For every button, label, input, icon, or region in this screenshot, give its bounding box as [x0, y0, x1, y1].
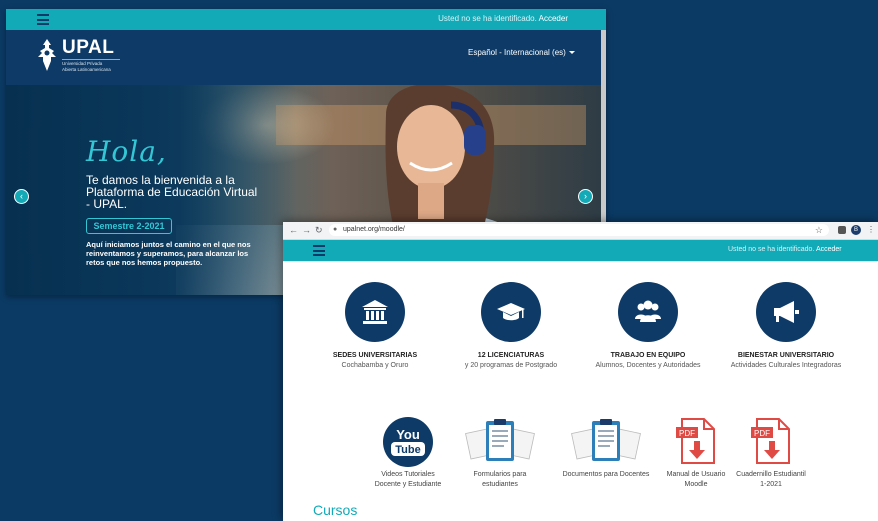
clipboard-icon — [465, 419, 535, 461]
hero-description: Aquí iniciamos juntos el camino en el qu… — [86, 240, 251, 267]
chevron-down-icon — [568, 51, 575, 55]
carousel-prev-button[interactable]: ‹ — [14, 189, 29, 204]
youtube-you-text: You — [396, 427, 420, 442]
megaphone-icon — [774, 301, 799, 323]
top-navbar: Usted no se ha identificado. Acceder — [6, 9, 606, 30]
profile-avatar-icon[interactable]: B — [851, 225, 861, 235]
feature-subtitle: Actividades Culturales Integradoras — [730, 362, 842, 369]
resource-label-line2: Moodle — [684, 481, 708, 488]
resource-label: Cuadernillo Estudiantil 1-2021 — [726, 470, 816, 490]
chevron-right-icon: › — [584, 191, 587, 201]
resource-icon: You Tube — [363, 417, 453, 467]
logo-text: UPAL Universidad Privada Abierta Latinoa… — [62, 38, 120, 72]
youtube-tube-text: Tube — [395, 444, 420, 456]
resource-label-line1: Manual de Usuario — [666, 471, 726, 478]
language-label: Español - Internacional (es) — [468, 48, 566, 57]
logo-subtitle-1: Universidad Privada — [62, 61, 103, 66]
feature-subtitle: Cochabamba y Oruro — [341, 362, 409, 369]
resource-label: Videos Tutoriales Docente y Estudiante — [363, 470, 453, 490]
feature-circle — [756, 282, 816, 342]
login-link[interactable]: Acceder — [539, 14, 568, 23]
feature-licenciaturas: 12 LICENCIATURAS y 20 programas de Postg… — [451, 282, 571, 369]
resource-label: Documentos para Docentes — [561, 470, 651, 480]
pdf-download-icon: PDF — [676, 418, 715, 464]
resource-label: Formularios para estudiantes — [455, 470, 545, 490]
more-menu-icon[interactable]: ⋮ — [867, 225, 875, 234]
bookmark-star-icon[interactable]: ☆ — [815, 225, 823, 236]
feature-trabajo: TRABAJO EN EQUIPO Alumnos, Docentes y Au… — [588, 282, 708, 369]
language-selector[interactable]: Español - Internacional (es) — [468, 48, 575, 57]
semester-badge: Semestre 2-2021 — [86, 218, 172, 234]
team-icon — [635, 300, 661, 322]
feature-circle — [618, 282, 678, 342]
login-text: Usted no se ha identificado. — [438, 14, 537, 23]
resource-label-line1: Documentos para Docentes — [562, 471, 650, 478]
clipboard-icon — [571, 419, 641, 461]
pdf-label-text: PDF — [679, 429, 695, 438]
login-link[interactable]: Acceder — [816, 246, 842, 253]
logo-subtitle-2: Abierta Latinoamericana — [62, 66, 111, 72]
feature-title: 12 LICENCIATURAS — [477, 352, 545, 359]
resource-cuadernillo[interactable]: PDF Cuadernillo Estudiantil 1-2021 — [726, 417, 816, 490]
feature-title: SEDES UNIVERSITARIAS — [332, 352, 418, 359]
feature-bienestar: BIENESTAR UNIVERSITARIO Actividades Cult… — [726, 282, 846, 369]
navbar-divider — [283, 261, 878, 262]
feature-subtitle: y 20 programas de Postgrado — [464, 362, 558, 369]
browser-toolbar: ← → ↻ ● upalnet.org/moodle/ ☆ B ⋮ — [283, 222, 878, 240]
resource-formularios[interactable]: Formularios para estudiantes — [455, 417, 545, 490]
pdf-download-icon: PDF — [751, 418, 790, 464]
feature-title: TRABAJO EN EQUIPO — [610, 352, 686, 359]
courses-section-title: Cursos — [313, 502, 358, 518]
front-browser-window: ← → ↻ ● upalnet.org/moodle/ ☆ B ⋮ Usted … — [283, 222, 878, 521]
site-header: UPAL Universidad Privada Abierta Latinoa… — [6, 30, 601, 85]
feature-sedes: SEDES UNIVERSITARIAS Cochabamba y Oruro — [315, 282, 435, 369]
logo-title: UPAL — [62, 37, 115, 58]
resource-label-line1: Formularios para estudiantes — [473, 471, 527, 488]
carousel-next-button[interactable]: › — [578, 189, 593, 204]
chevron-left-icon: ‹ — [20, 191, 23, 201]
reload-icon[interactable]: ↻ — [315, 225, 323, 235]
login-status: Usted no se ha identificado. Acceder — [438, 14, 568, 23]
hero-greeting: Hola, — [86, 135, 167, 168]
feature-title: BIENESTAR UNIVERSITARIO — [737, 352, 835, 359]
login-text: Usted no se ha identificado. — [728, 246, 815, 253]
resource-label-line1: Videos Tutoriales — [381, 471, 435, 478]
forward-arrow-icon[interactable]: → — [302, 225, 311, 235]
login-status: Usted no se ha identificado. Acceder — [728, 246, 842, 253]
hero-welcome-text: Te damos la bienvenida a la Plataforma d… — [86, 173, 258, 211]
feature-circle — [481, 282, 541, 342]
pdf-label-text: PDF — [754, 429, 770, 438]
logo-subtitle: Universidad Privada Abierta Latinoameric… — [62, 59, 120, 72]
resource-icon — [561, 417, 651, 467]
resource-label-line2: Docente y Estudiante — [374, 481, 442, 488]
address-bar[interactable]: ● upalnet.org/moodle/ ☆ — [329, 224, 829, 236]
resource-documentos[interactable]: Documentos para Docentes — [561, 417, 651, 480]
top-navbar: Usted no se ha identificado. Acceder — [283, 240, 878, 261]
back-arrow-icon[interactable]: ← — [289, 225, 298, 235]
youtube-icon: You Tube — [383, 417, 433, 467]
feature-circle — [345, 282, 405, 342]
resource-label-line2: 1-2021 — [760, 481, 782, 488]
resource-videos[interactable]: You Tube Videos Tutoriales Docente y Est… — [363, 417, 453, 490]
upal-logo-icon — [38, 39, 56, 71]
hamburger-menu-icon[interactable] — [313, 245, 325, 256]
url-text: upalnet.org/moodle/ — [343, 226, 405, 233]
building-icon — [362, 300, 388, 324]
resource-label-line1: Cuadernillo Estudiantil — [736, 471, 806, 478]
graduation-cap-icon — [497, 303, 525, 321]
hamburger-menu-icon[interactable] — [37, 14, 49, 25]
lock-icon: ● — [333, 226, 338, 233]
extension-icon[interactable] — [838, 226, 846, 234]
resource-icon — [455, 417, 545, 467]
feature-subtitle: Alumnos, Docentes y Autoridades — [595, 362, 701, 369]
resource-icon: PDF — [726, 417, 816, 467]
